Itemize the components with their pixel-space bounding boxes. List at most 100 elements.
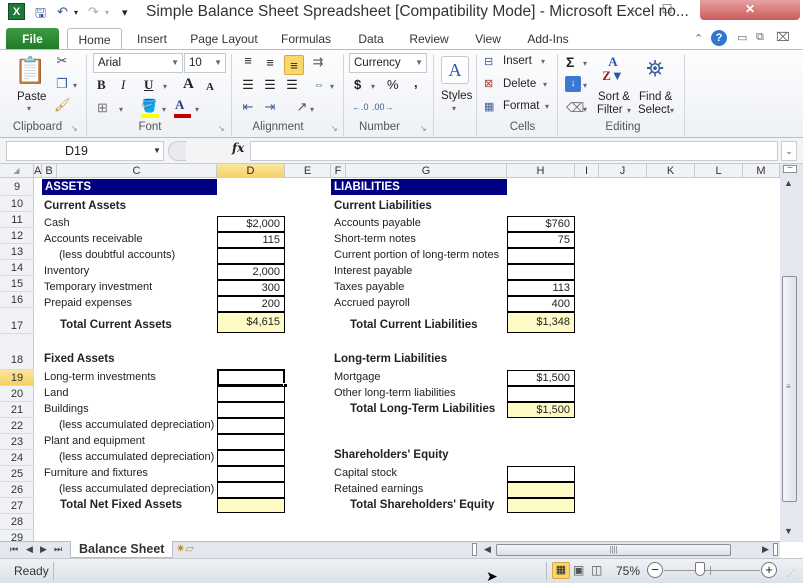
merge-center-icon[interactable]: ⇔ bbox=[310, 77, 328, 93]
asset-value-cell[interactable] bbox=[217, 466, 285, 482]
clear-dropdown-icon[interactable]: ▾ bbox=[583, 102, 587, 118]
row-header[interactable]: 9 bbox=[0, 178, 34, 196]
asset-value-cell[interactable] bbox=[217, 248, 285, 264]
fill-color-icon[interactable]: 🪣 bbox=[141, 98, 157, 114]
merge-dropdown-icon[interactable]: ▾ bbox=[330, 79, 334, 95]
insert-cells-icon[interactable]: ⊟ bbox=[484, 54, 493, 70]
column-header-m[interactable]: M bbox=[743, 164, 780, 178]
row-header[interactable]: 11 bbox=[0, 212, 34, 228]
insert-cells-button[interactable]: Insert bbox=[503, 55, 532, 67]
align-middle-icon[interactable]: ≡ bbox=[262, 55, 278, 71]
workbook-restore-icon[interactable]: ⧉ bbox=[756, 31, 764, 44]
selected-cell-d19[interactable] bbox=[217, 369, 285, 386]
format-cells-icon[interactable]: ▦ bbox=[484, 99, 494, 115]
fill-icon[interactable]: ↓ bbox=[565, 76, 581, 92]
underline-button[interactable]: U bbox=[144, 77, 153, 93]
sort-dropdown-icon[interactable]: ▾ bbox=[627, 106, 631, 115]
align-left-icon[interactable]: ☰ bbox=[240, 77, 256, 93]
select-all-button[interactable]: ◢ bbox=[0, 164, 34, 178]
column-header-e[interactable]: E bbox=[285, 164, 331, 178]
fill-dropdown-icon[interactable]: ▾ bbox=[583, 78, 587, 94]
total-longterm-liabilities-value[interactable]: $1,500 bbox=[507, 402, 575, 418]
row-header[interactable]: 12 bbox=[0, 228, 34, 244]
workbook-minimize-icon[interactable]: ▭ bbox=[737, 31, 747, 44]
minimize-button[interactable]: – bbox=[618, 0, 648, 20]
column-header-l[interactable]: L bbox=[695, 164, 743, 178]
row-header[interactable]: 26 bbox=[0, 482, 34, 498]
align-right-icon[interactable]: ☰ bbox=[284, 77, 300, 93]
tab-add-ins[interactable]: Add-Ins bbox=[522, 28, 574, 50]
prev-sheet-icon[interactable]: ◀ bbox=[26, 544, 33, 555]
close-button[interactable]: ✕ bbox=[700, 0, 800, 20]
redo-icon[interactable]: ↷ bbox=[88, 4, 99, 20]
page-layout-view-icon[interactable]: ▣ bbox=[573, 563, 584, 577]
expand-formula-bar-icon[interactable]: ⌄ bbox=[781, 141, 797, 161]
format-painter-icon[interactable]: 🖌 bbox=[54, 97, 71, 113]
orientation-wrap-icon[interactable]: ⇉ bbox=[310, 54, 326, 70]
autosum-button[interactable]: Σ bbox=[566, 54, 574, 70]
decrease-decimal-icon[interactable]: .00→ bbox=[372, 99, 394, 115]
column-header-c[interactable]: C bbox=[57, 164, 217, 178]
asset-value-cell[interactable] bbox=[217, 418, 285, 434]
row-header-selected[interactable]: 19 bbox=[0, 370, 34, 386]
find-dropdown-icon[interactable]: ▾ bbox=[670, 106, 674, 115]
comma-button[interactable]: , bbox=[414, 75, 418, 91]
delete-cells-icon[interactable]: ⊠ bbox=[484, 76, 493, 92]
asset-value-cell[interactable] bbox=[217, 450, 285, 466]
tab-home[interactable]: Home bbox=[67, 28, 122, 50]
row-header[interactable]: 25 bbox=[0, 466, 34, 482]
column-header-g[interactable]: G bbox=[346, 164, 507, 178]
save-icon[interactable]: 🖫 bbox=[35, 4, 46, 26]
total-current-liabilities-value[interactable]: $1,348 bbox=[507, 312, 575, 333]
total-fixed-assets-value[interactable] bbox=[217, 498, 285, 513]
zoom-slider-track[interactable] bbox=[664, 570, 760, 571]
last-sheet-icon[interactable]: ⏭ bbox=[54, 544, 62, 555]
sort-filter-label[interactable]: Sort & bbox=[598, 91, 630, 103]
column-header-h[interactable]: H bbox=[507, 164, 575, 178]
increase-indent-icon[interactable]: ⇥ bbox=[262, 99, 278, 115]
tab-insert[interactable]: Insert bbox=[130, 28, 174, 50]
tab-review[interactable]: Review bbox=[405, 28, 453, 50]
row-header[interactable]: 20 bbox=[0, 386, 34, 402]
styles-icon[interactable]: A bbox=[441, 56, 469, 84]
equity-value-cell[interactable] bbox=[507, 466, 575, 482]
row-header[interactable]: 10 bbox=[0, 196, 34, 212]
currency-dropdown-icon[interactable]: ▾ bbox=[371, 79, 375, 95]
row-header[interactable]: 21 bbox=[0, 402, 34, 418]
name-box[interactable]: D19 ▼ bbox=[6, 141, 164, 161]
equity-value-cell[interactable] bbox=[507, 482, 575, 498]
cut-icon[interactable]: ✂ bbox=[54, 53, 70, 69]
tab-data[interactable]: Data bbox=[352, 28, 390, 50]
clear-icon[interactable]: ⌫ bbox=[566, 100, 584, 116]
zoom-level[interactable]: 75% bbox=[616, 564, 640, 578]
first-sheet-icon[interactable]: ⏮ bbox=[10, 544, 18, 555]
column-header-i[interactable]: I bbox=[575, 164, 599, 178]
liability-value-cell[interactable] bbox=[507, 386, 575, 402]
liability-value-cell[interactable] bbox=[507, 248, 575, 264]
tab-file[interactable]: File bbox=[6, 28, 59, 50]
sheet-tab-balance-sheet[interactable]: Balance Sheet bbox=[70, 541, 174, 558]
font-color-button[interactable]: A bbox=[175, 97, 184, 113]
scroll-left-arrow-icon[interactable]: ◀ bbox=[484, 544, 491, 555]
row-header[interactable]: 13 bbox=[0, 244, 34, 260]
help-icon[interactable]: ? bbox=[711, 30, 727, 46]
find-binoculars-icon[interactable]: ⛯ bbox=[641, 55, 669, 83]
align-top-icon[interactable]: ≡ bbox=[240, 53, 256, 69]
font-size-select[interactable]: 10 ▼ bbox=[184, 53, 226, 73]
asset-value-cell[interactable] bbox=[217, 386, 285, 402]
row-header[interactable]: 14 bbox=[0, 260, 34, 276]
italic-button[interactable]: I bbox=[121, 77, 125, 93]
scroll-up-arrow-icon[interactable]: ▲ bbox=[784, 178, 793, 188]
row-header[interactable]: 24 bbox=[0, 450, 34, 466]
scroll-down-arrow-icon[interactable]: ▼ bbox=[784, 526, 793, 536]
undo-dropdown-icon[interactable]: ▾ bbox=[74, 8, 78, 17]
redo-dropdown-icon[interactable]: ▾ bbox=[105, 8, 109, 17]
scroll-right-arrow-icon[interactable]: ▶ bbox=[762, 544, 769, 555]
grow-font-button[interactable]: A bbox=[183, 76, 194, 92]
asset-value-cell[interactable]: 115 bbox=[217, 232, 285, 248]
row-header[interactable]: 16 bbox=[0, 292, 34, 308]
vertical-scrollbar[interactable]: ─ ▲ ≡ ▼ bbox=[780, 164, 803, 542]
autosum-dropdown-icon[interactable]: ▾ bbox=[583, 56, 587, 72]
alignment-launcher-icon[interactable]: ↘ bbox=[331, 124, 338, 133]
underline-dropdown-icon[interactable]: ▾ bbox=[163, 79, 167, 95]
